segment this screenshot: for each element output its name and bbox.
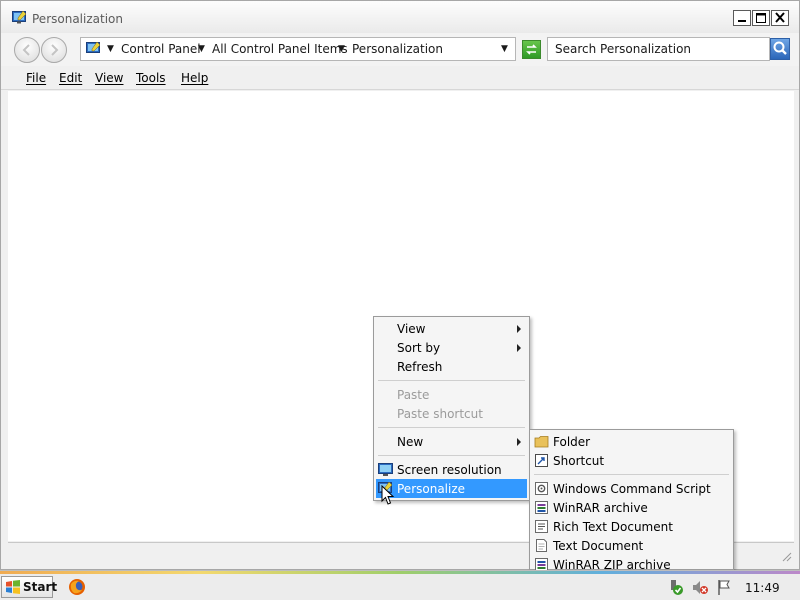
personalize-icon <box>86 41 101 53</box>
address-bar[interactable]: ▼ Control Panel ▼ All Control Panel Item… <box>80 37 516 61</box>
menu-view[interactable]: View <box>95 71 123 85</box>
new-item-label: WinRAR archive <box>553 501 648 515</box>
shortcut-icon <box>535 454 548 467</box>
forward-arrow-icon <box>51 44 59 56</box>
new-item-folder[interactable]: Folder <box>532 432 731 451</box>
search-box[interactable] <box>547 37 770 61</box>
search-input[interactable] <box>548 38 769 60</box>
system-tray: 11:49 <box>660 574 800 600</box>
new-item-rich-text[interactable]: Rich Text Document <box>532 517 731 536</box>
ctx-item-new[interactable]: New <box>376 432 527 451</box>
menu-separator <box>534 474 729 475</box>
windows-logo-icon <box>6 580 20 594</box>
menu-separator <box>378 427 525 428</box>
new-item-label: Text Document <box>553 539 644 553</box>
window-title: Personalization <box>32 12 123 26</box>
ctx-item-label: New <box>397 435 424 449</box>
minimize-icon <box>738 20 746 22</box>
ctx-item-label: Refresh <box>397 360 443 374</box>
address-toolbar: ▼ Control Panel ▼ All Control Panel Item… <box>1 33 799 66</box>
maximize-button[interactable] <box>752 10 770 26</box>
display-icon <box>378 463 393 476</box>
breadcrumb-personalization[interactable]: Personalization <box>352 42 443 56</box>
rtf-icon <box>535 520 548 533</box>
new-item-text-document[interactable]: Text Document <box>532 536 731 555</box>
title-bar[interactable]: Personalization <box>1 1 799 33</box>
search-icon <box>773 41 787 55</box>
resize-grip-icon[interactable] <box>780 550 792 562</box>
script-icon <box>535 482 548 495</box>
new-item-shortcut[interactable]: Shortcut <box>532 451 731 470</box>
folder-icon <box>534 436 549 448</box>
new-item-command-script[interactable]: Windows Command Script <box>532 479 731 498</box>
close-icon <box>775 12 785 23</box>
ctx-item-paste-shortcut[interactable]: Paste shortcut <box>376 404 527 423</box>
menu-tools[interactable]: Tools <box>136 71 166 85</box>
refresh-button[interactable] <box>522 40 541 59</box>
mouse-cursor-icon <box>381 485 395 505</box>
close-button[interactable] <box>771 10 789 26</box>
new-item-label: Rich Text Document <box>553 520 673 534</box>
back-arrow-icon <box>22 44 30 56</box>
firefox-icon[interactable] <box>68 578 86 596</box>
crumb-arrow-icon[interactable]: ▼ <box>107 44 114 54</box>
action-center-flag-icon[interactable] <box>716 579 732 596</box>
start-button[interactable]: Start <box>1 576 57 598</box>
new-item-label: Shortcut <box>553 454 605 468</box>
menu-separator <box>378 455 525 456</box>
address-dropdown-icon[interactable]: ▼ <box>501 44 508 54</box>
ctx-item-label: Paste <box>397 388 430 402</box>
refresh-icon <box>526 44 537 55</box>
volume-muted-icon[interactable] <box>691 579 709 596</box>
menu-help[interactable]: Help <box>181 71 208 85</box>
ctx-item-screen-resolution[interactable]: Screen resolution <box>376 460 527 479</box>
personalize-icon <box>12 10 27 24</box>
search-button[interactable] <box>770 38 790 60</box>
ctx-item-label: Sort by <box>397 341 441 355</box>
back-button[interactable] <box>14 37 40 63</box>
taskbar: Start 11:49 <box>0 570 800 600</box>
start-label: Start <box>23 580 58 594</box>
new-item-label: Windows Command Script <box>553 482 711 496</box>
ctx-item-personalize[interactable]: Personalize <box>376 479 527 498</box>
menu-separator <box>378 380 525 381</box>
submenu-arrow-icon <box>517 325 521 333</box>
taskbar-clock[interactable]: 11:49 <box>745 581 780 595</box>
ctx-item-label: Screen resolution <box>397 463 502 477</box>
breadcrumb-all-items[interactable]: All Control Panel Items <box>212 42 348 56</box>
ctx-item-label: Paste shortcut <box>397 407 483 421</box>
ctx-item-label: View <box>397 322 426 336</box>
submenu-arrow-icon <box>517 438 521 446</box>
menu-file[interactable]: File <box>26 71 46 85</box>
context-menu: View Sort by Refresh Paste Paste shortcu… <box>373 316 530 501</box>
ctx-item-paste[interactable]: Paste <box>376 385 527 404</box>
ctx-item-view[interactable]: View <box>376 319 527 338</box>
menu-bar: File Edit View Tools Help <box>1 66 799 90</box>
crumb-arrow-icon[interactable]: ▼ <box>338 44 345 54</box>
new-submenu: Folder Shortcut Windows Command Script W… <box>529 429 734 572</box>
text-file-icon <box>536 539 547 552</box>
forward-button[interactable] <box>41 37 67 63</box>
menu-edit[interactable]: Edit <box>59 71 82 85</box>
archive-icon <box>535 501 548 514</box>
breadcrumb-control-panel[interactable]: Control Panel <box>121 42 201 56</box>
crumb-arrow-icon[interactable]: ▼ <box>198 44 205 54</box>
security-check-icon[interactable] <box>668 579 684 596</box>
ctx-item-label: Personalize <box>397 482 466 496</box>
ctx-item-refresh[interactable]: Refresh <box>376 357 527 376</box>
submenu-arrow-icon <box>517 344 521 352</box>
minimize-button[interactable] <box>733 10 751 26</box>
new-item-label: Folder <box>553 435 591 449</box>
ctx-item-sort-by[interactable]: Sort by <box>376 338 527 357</box>
new-item-winrar-archive[interactable]: WinRAR archive <box>532 498 731 517</box>
maximize-icon <box>756 13 766 23</box>
